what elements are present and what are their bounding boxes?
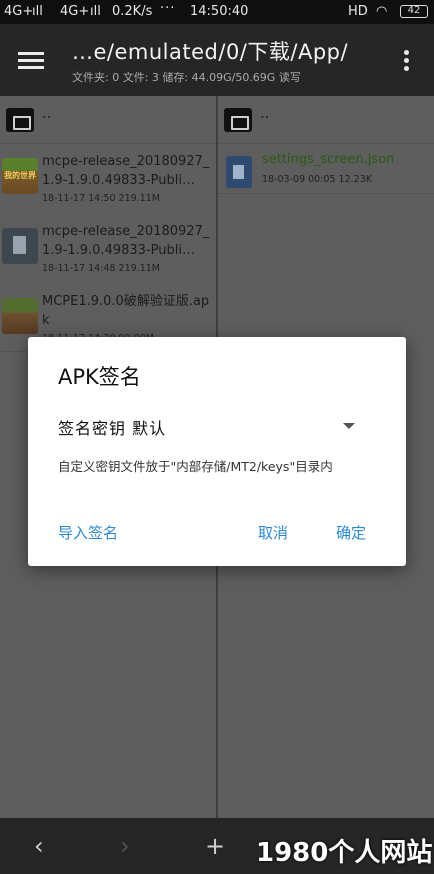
ok-button[interactable]: 确定 xyxy=(336,522,366,543)
folder-icon xyxy=(6,108,34,132)
parent-directory-row[interactable]: .. xyxy=(218,96,434,144)
file-name: MCPE1.9.0.0破解验证版.apk xyxy=(42,294,210,328)
wifi-icon: ◠ xyxy=(376,4,388,19)
folder-icon xyxy=(224,108,252,132)
thumb-label: 我的世界 xyxy=(4,171,36,180)
apk-app-icon xyxy=(2,298,38,334)
json-file-icon xyxy=(226,156,252,188)
add-button[interactable]: + xyxy=(205,832,225,860)
document-icon xyxy=(2,228,38,264)
overflow-menu-icon[interactable] xyxy=(404,50,410,72)
watermark: 1980个人网站 xyxy=(256,838,433,868)
menu-icon[interactable] xyxy=(18,52,44,70)
import-signature-button[interactable]: 导入签名 xyxy=(58,522,118,543)
file-name: mcpe-release_20180927_1.9-1.9.0.49833-Pu… xyxy=(42,224,210,258)
directory-info: 文件夹: 0 文件: 3 储存: 44.09G/50.69G 读写 xyxy=(72,71,301,84)
file-row[interactable]: mcpe-release_20180927_1.9-1.9.0.49833-Pu… xyxy=(0,214,216,284)
battery-icon: 42 xyxy=(400,5,428,18)
signal-1-label: 4G+ xyxy=(4,4,34,19)
file-meta: 18-11-17 14:50 219.11M xyxy=(42,193,160,204)
forward-button[interactable]: › xyxy=(120,832,130,860)
cancel-button[interactable]: 取消 xyxy=(258,522,288,543)
network-speed: 0.2K/s xyxy=(112,4,153,19)
hd-label: HD xyxy=(348,4,368,19)
signal-1-bars-icon: ıll xyxy=(32,4,43,19)
file-meta: 18-03-09 00:05 12.23K xyxy=(262,174,372,185)
file-row[interactable]: settings_screen.json 18-03-09 00:05 12.2… xyxy=(218,144,434,194)
dropdown-arrow-icon[interactable] xyxy=(343,423,355,429)
file-name: settings_screen.json xyxy=(262,152,395,167)
parent-directory-label: .. xyxy=(42,104,52,122)
file-row[interactable]: 我的世界 mcpe-release_20180927_1.9-1.9.0.498… xyxy=(0,144,216,214)
file-meta: 18-11-17 14:48 219.11M xyxy=(42,263,160,274)
app-toolbar: …e/emulated/0/下载/App/ 文件夹: 0 文件: 3 储存: 4… xyxy=(0,24,434,96)
status-bar: 4G+ ıll 4G+ ıll 0.2K/s ··· 14:50:40 HD ◠… xyxy=(0,0,434,24)
signal-2-bars-icon: ıll xyxy=(90,4,101,19)
dialog-title: APK签名 xyxy=(58,365,141,389)
apk-sign-dialog: APK签名 签名密钥 默认 自定义密钥文件放于"内部存储/MT2/keys"目录… xyxy=(28,337,406,566)
signing-key-select[interactable]: 签名密钥 默认 xyxy=(58,415,166,439)
dialog-description: 自定义密钥文件放于"内部存储/MT2/keys"目录内 xyxy=(58,459,333,474)
file-name: mcpe-release_20180927_1.9-1.9.0.49833-Pu… xyxy=(42,154,210,188)
apk-app-icon: 我的世界 xyxy=(2,158,38,194)
signal-2-label: 4G+ xyxy=(60,4,90,19)
parent-directory-row[interactable]: .. xyxy=(0,96,216,144)
back-button[interactable]: ‹ xyxy=(34,832,44,860)
more-notifications-icon: ··· xyxy=(160,1,176,16)
current-path: …e/emulated/0/下载/App/ xyxy=(72,40,349,64)
status-time: 14:50:40 xyxy=(190,4,249,19)
parent-directory-label: .. xyxy=(260,104,270,122)
